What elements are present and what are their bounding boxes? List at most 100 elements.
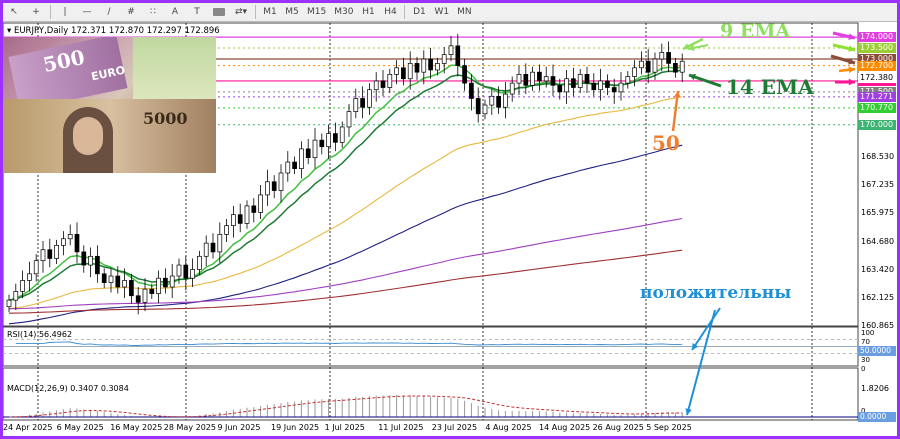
candle: [401, 67, 406, 80]
candle: [237, 214, 243, 224]
candle: [74, 234, 80, 253]
candle: [129, 280, 134, 297]
arrow-icon-head: [848, 78, 855, 86]
candle: [217, 234, 223, 253]
candle: [605, 80, 610, 88]
ma50-annotation: 50: [652, 131, 680, 155]
candle: [543, 76, 549, 82]
candle: [101, 273, 107, 283]
candle: [421, 58, 427, 73]
candle: [652, 58, 658, 73]
price-axis-label: 168.530: [861, 152, 895, 161]
macd-level: 1.8206: [861, 384, 889, 393]
candle: [176, 264, 182, 277]
price-level-label: 174.000: [858, 32, 896, 43]
candle: [95, 255, 100, 275]
candle: [231, 214, 236, 226]
candle: [673, 63, 678, 73]
candle: [190, 269, 195, 279]
candle: [537, 71, 542, 82]
ema9-annotation: 9 EMA: [720, 20, 791, 42]
symbol-info: ▾ EURJPY,Daily 172.371 172.870 172.297 1…: [7, 26, 220, 36]
price-axis-label: 165.975: [861, 208, 895, 217]
candle: [285, 161, 291, 174]
current-price-label: 172.380: [858, 73, 896, 83]
candle: [271, 181, 277, 191]
date-label: 4 Aug 2025: [485, 423, 532, 432]
candle: [564, 78, 569, 93]
candle: [482, 104, 488, 115]
candle: [326, 133, 331, 148]
candle: [509, 82, 515, 95]
ema14-annotation: 14 EMA: [726, 75, 814, 99]
rsi-marker: 50.0000: [858, 346, 896, 356]
candle: [122, 280, 127, 288]
candle: [115, 275, 121, 288]
macd-signal-line: [8, 395, 683, 418]
candle: [394, 67, 399, 75]
candle: [469, 82, 474, 99]
candle: [414, 63, 420, 73]
candle: [407, 63, 413, 80]
candle: [346, 111, 352, 128]
candle: [6, 299, 12, 308]
candle: [142, 288, 148, 303]
candle: [265, 181, 270, 196]
price-axis-label: 162.125: [861, 293, 895, 302]
candle: [584, 74, 590, 84]
candle: [428, 58, 433, 71]
candle: [319, 139, 325, 148]
rsi-level: 0: [861, 365, 866, 373]
rsi-level: 30: [861, 356, 870, 364]
date-label: 28 May 2025: [163, 423, 216, 432]
candle: [339, 126, 345, 143]
candle: [13, 291, 19, 301]
date-label: 6 May 2025: [56, 423, 104, 432]
price-axis-label: 163.420: [861, 265, 895, 274]
candle: [639, 60, 644, 69]
candle: [598, 80, 603, 91]
candle: [373, 80, 379, 91]
candle: [312, 139, 318, 159]
candle: [435, 63, 440, 71]
candle: [455, 45, 461, 66]
symbol-info-text: EURJPY,Daily 172.371 172.870 172.297 172…: [13, 26, 220, 36]
candle: [27, 273, 32, 281]
candle: [33, 260, 39, 275]
note-5000: 5000: [143, 109, 188, 128]
price-level-label: 173.500: [858, 43, 896, 54]
candle: [156, 277, 161, 294]
candle: [333, 133, 338, 143]
candle: [210, 242, 216, 253]
candle: [305, 148, 311, 159]
candle: [618, 82, 624, 93]
date-label: 16 May 2025: [110, 423, 163, 432]
price-level-label: 172.700: [858, 60, 896, 71]
candle: [645, 60, 651, 73]
candle: [47, 249, 53, 259]
date-label: 24 Apr 2025: [3, 423, 53, 432]
candle: [183, 264, 189, 279]
macd-marker: 0.0000: [858, 412, 896, 422]
rsi-level: 100: [861, 329, 875, 337]
price-level-label: 170.000: [858, 119, 896, 130]
candle: [251, 205, 257, 213]
candle: [496, 95, 501, 108]
macd-title: MACD(12,26,9) 0.3407 0.3084: [7, 384, 129, 393]
candle: [40, 249, 46, 262]
candle: [258, 194, 263, 213]
candle: [135, 295, 141, 303]
price-level-label: 170.770: [858, 102, 896, 113]
candle: [503, 93, 508, 108]
candle: [67, 234, 73, 240]
candle: [244, 205, 250, 224]
candle: [380, 80, 386, 88]
candle: [530, 71, 535, 86]
candle: [197, 255, 202, 270]
candle: [659, 52, 665, 60]
rsi-line: [15, 341, 683, 346]
candle: [577, 74, 583, 88]
candle: [88, 255, 93, 266]
candle: [108, 275, 114, 283]
candle: [666, 52, 671, 64]
